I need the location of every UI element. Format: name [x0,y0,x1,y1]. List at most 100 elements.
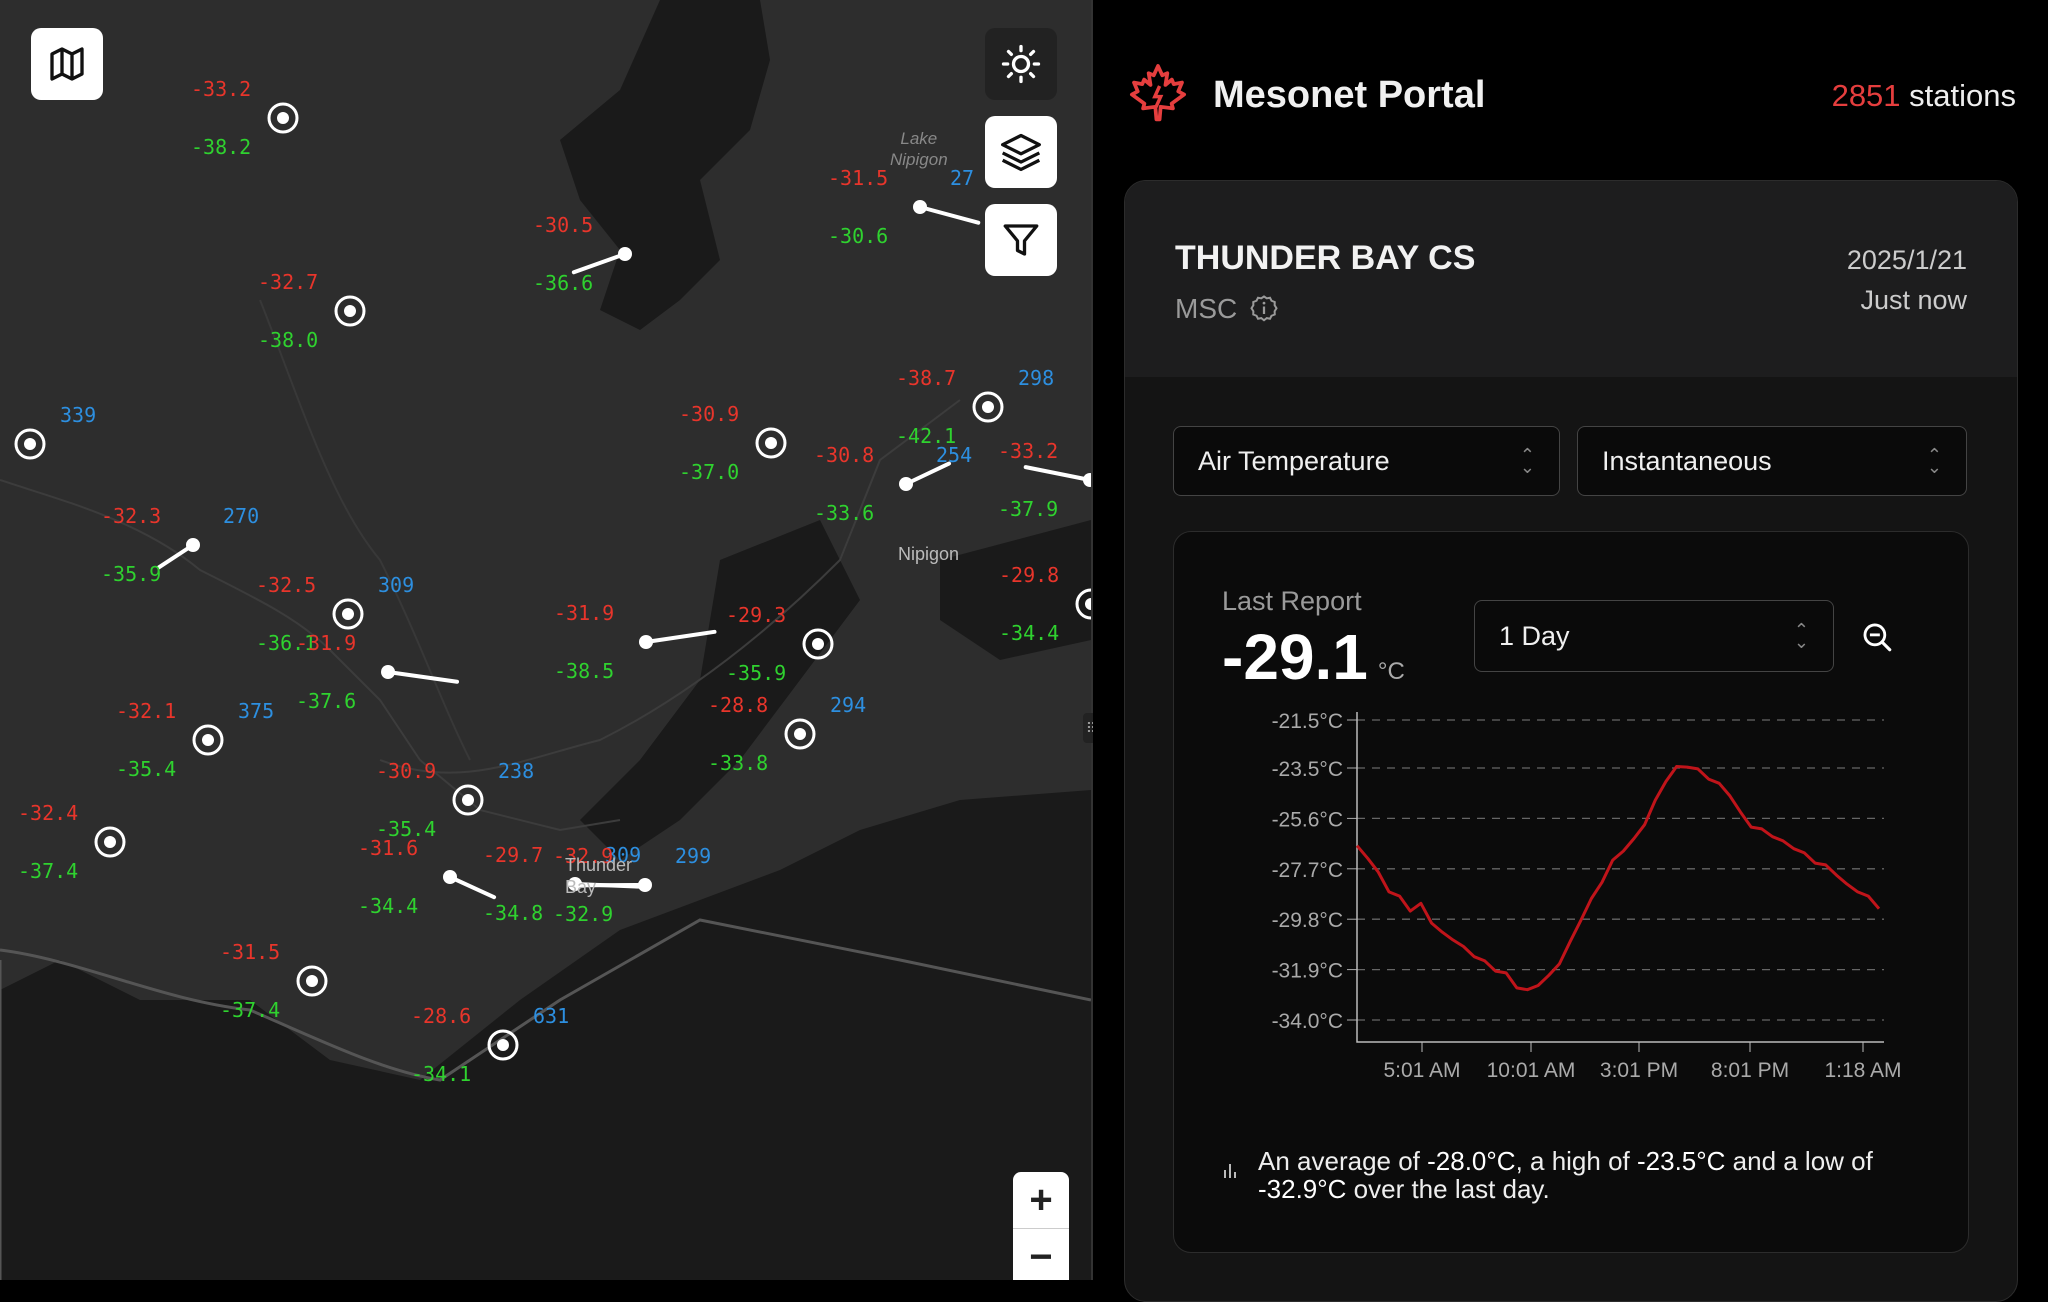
chevron-up-down-icon: ⌃⌄ [1520,449,1535,473]
station-marker[interactable] [757,429,785,457]
y-tick-label: -31.9°C [1272,960,1343,983]
water-lake-superior [0,790,1091,1280]
station-marker[interactable] [786,720,814,748]
dewpoint-label: -36.6 [533,271,593,295]
dewpoint-label: -30.6 [828,224,888,248]
mode-select-value: Instantaneous [1602,446,1772,477]
map-view[interactable]: -33.2-38.2-30.5-36.6-32.7-38.0-31.5-30.6… [0,0,1091,1280]
wind-direction-label: 375 [238,699,274,723]
temperature-label: -32.1 [116,699,176,723]
map-icon [47,44,87,84]
station-marker[interactable] [639,632,715,649]
station-marker[interactable] [16,430,44,458]
summary-text-1: An average of [1258,1146,1427,1176]
station-marker[interactable] [336,297,364,325]
network-label: MSC [1175,293,1237,325]
temperature-label: -29.3 [726,603,786,627]
range-select[interactable]: 1 Day ⌃⌄ [1474,600,1834,672]
last-report-number: -29.1 [1222,621,1368,693]
station-marker[interactable] [269,104,297,132]
road-line-3 [260,300,470,760]
dewpoint-label: -37.4 [220,998,280,1022]
station-marker[interactable] [1026,467,1091,487]
summary-text-3: and a low of [1725,1146,1872,1176]
wind-direction-label: 298 [1018,366,1054,390]
layers-icon [999,130,1043,174]
mode-select[interactable]: Instantaneous ⌃⌄ [1577,426,1967,496]
temperature-label: -30.5 [533,213,593,237]
temperature-label: -28.6 [411,1004,471,1028]
info-icon[interactable] [1249,294,1279,324]
station-count-number: 2851 [1832,78,1901,113]
dewpoint-label: -32.9 [553,902,613,926]
wind-direction-label: 294 [830,693,866,717]
lake-label: Lake Nipigon [890,128,948,170]
wind-direction-label: 309 [378,573,414,597]
station-network: MSC [1175,293,1279,325]
dewpoint-label: -37.9 [998,497,1058,521]
dewpoint-label: -34.8 [483,901,543,925]
station-marker[interactable] [334,600,362,628]
y-tick-label: -29.8°C [1272,909,1343,932]
station-marker[interactable] [974,393,1002,421]
station-panel: Mesonet Portal 2851 stations THUNDER BAY… [1093,0,2048,1280]
wind-direction-label: 238 [498,759,534,783]
temperature-label: -31.6 [358,836,418,860]
dewpoint-label: -37.4 [18,859,78,883]
summary-low: -32.9°C [1258,1174,1346,1204]
y-tick-label: -23.5°C [1272,758,1343,781]
summary-text-4: over the last day. [1346,1174,1549,1204]
filter-button[interactable] [985,204,1057,276]
dewpoint-label: -37.0 [679,460,739,484]
station-marker[interactable] [454,786,482,814]
temperature-label: -31.5 [828,166,888,190]
temperature-label: -33.2 [998,439,1058,463]
dewpoint-label: -35.4 [116,757,176,781]
temperature-label: -32.7 [258,270,318,294]
layers-button[interactable] [985,116,1057,188]
x-tick-label: 1:18 AM [1824,1059,1901,1082]
zoom-in-button[interactable]: + [1013,1172,1069,1228]
last-report-value: -29.1°C [1222,620,1405,694]
zoom-out-button[interactable]: − [1013,1228,1069,1280]
temperature-chart: -21.5°C-23.5°C-25.6°C-27.7°C-29.8°C-31.9… [1174,702,1968,1092]
zoom-out-icon[interactable] [1860,620,1894,654]
dewpoint-label: -34.4 [999,621,1059,645]
x-tick-label: 3:01 PM [1600,1059,1678,1082]
chevron-up-down-icon: ⌃⌄ [1794,624,1809,648]
dewpoint-label: -38.2 [191,135,251,159]
station-count-label: stations [1901,78,2016,113]
station-marker[interactable] [913,200,978,223]
y-tick-label: -21.5°C [1272,710,1343,733]
station-marker[interactable] [381,665,457,682]
summary-high: -23.5°C [1637,1146,1725,1176]
temperature-label: -29.8 [999,563,1059,587]
y-tick-label: -25.6°C [1272,808,1343,831]
summary-text-2: , a high of [1516,1146,1637,1176]
basemap-button[interactable] [31,28,103,100]
temperature-label: -32.4 [18,801,78,825]
theme-toggle-button[interactable] [985,28,1057,100]
wind-direction-label: 270 [223,504,259,528]
x-tick-label: 8:01 PM [1711,1059,1789,1082]
chart-axes [1357,712,1884,1042]
dewpoint-label: -38.5 [554,659,614,683]
summary-average: -28.0°C [1427,1146,1515,1176]
variable-select[interactable]: Air Temperature ⌃⌄ [1173,426,1560,496]
last-report-label: Last Report [1222,586,1362,617]
temperature-label: -31.9 [554,601,614,625]
station-card: THUNDER BAY CS MSC 2025/1/21 Just now Ai… [1124,180,2018,1302]
temperature-label: -30.9 [679,402,739,426]
app-title: Mesonet Portal [1213,74,1485,117]
temperature-label: -31.5 [220,940,280,964]
variable-select-value: Air Temperature [1198,446,1390,477]
wind-direction-label: 254 [936,443,972,467]
temperature-label: -29.7 [483,843,543,867]
bar-chart-icon [1222,1160,1238,1180]
station-marker[interactable] [159,538,200,567]
station-marker[interactable] [194,726,222,754]
station-marker[interactable] [96,828,124,856]
station-marker[interactable] [298,967,326,995]
station-marker[interactable] [443,870,494,897]
station-marker[interactable] [899,464,949,491]
